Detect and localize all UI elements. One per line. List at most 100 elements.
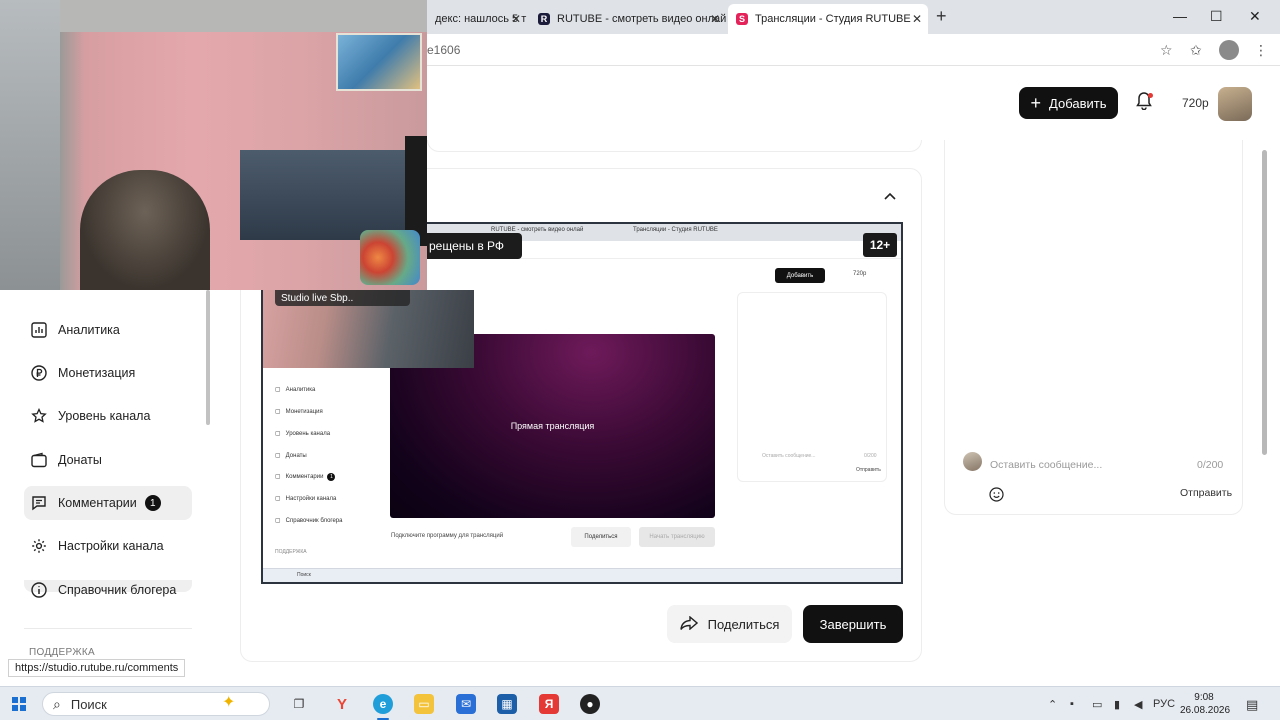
more-menu-icon[interactable]: ⋮ — [1254, 42, 1268, 59]
sidebar-item-comments[interactable]: Комментарии 1 — [24, 486, 192, 520]
emoji-icon[interactable] — [989, 487, 1004, 505]
address-text[interactable]: e1606 — [427, 43, 460, 57]
copilot-sparkle-icon[interactable]: ✦ — [222, 692, 235, 712]
battery-icon[interactable]: ▮ — [1114, 698, 1120, 711]
browser-profile-avatar[interactable] — [1219, 40, 1239, 60]
rutube-favicon-icon: R — [538, 13, 550, 25]
info-icon — [30, 581, 48, 599]
minimize-icon[interactable]: — — [1173, 8, 1187, 24]
store-app-icon[interactable]: ▦ — [497, 694, 517, 714]
browser-tab-rutube[interactable]: R RUTUBE - смотреть видео онлай ✕ — [530, 4, 726, 34]
taskbar-search-box[interactable]: ⌕ Поиск — [42, 692, 270, 716]
sidebar-item-label: Настройки канала — [58, 539, 164, 553]
notification-bell-icon[interactable] — [1136, 92, 1153, 115]
sidebar-item-label: Аналитика — [58, 323, 120, 337]
ruble-icon — [30, 364, 48, 382]
yandex-browser-icon[interactable]: Y — [332, 694, 352, 714]
sidebar-item-analytics[interactable]: Аналитика — [24, 313, 192, 347]
chat-send-button[interactable]: Отправить — [1180, 487, 1232, 499]
sidebar-item-label: Уровень канала — [58, 409, 151, 423]
edge-browser-icon[interactable]: e — [373, 694, 393, 714]
sidebar — [0, 290, 215, 680]
preview-taskbar: Поиск — [263, 568, 901, 582]
obs-studio-icon[interactable]: ● — [580, 694, 600, 714]
close-window-icon[interactable]: ✕ — [1249, 8, 1261, 25]
gear-icon — [30, 537, 48, 555]
sidebar-item-donations[interactable]: Донаты — [24, 443, 192, 477]
new-tab-button[interactable]: + — [936, 6, 947, 27]
preview-share-button: Поделиться — [571, 527, 631, 547]
share-button-label: Поделиться — [707, 616, 780, 632]
collections-icon[interactable]: ✩ — [1190, 42, 1202, 59]
preview-menu-badge: 1 — [327, 473, 336, 481]
webcam-shelf — [240, 150, 410, 240]
plus-icon: + — [1030, 93, 1042, 113]
sidebar-scrollbar[interactable] — [206, 290, 210, 425]
preview-overlay-label: рещены в РФ — [427, 233, 522, 259]
webcam-ceiling — [0, 0, 427, 32]
sidebar-item-label: Справочник блогера — [58, 583, 177, 597]
preview-support-label: ПОДДЕРЖКА — [275, 549, 307, 555]
mail-app-icon[interactable]: ✉ — [456, 694, 476, 714]
webcam-overlay — [0, 0, 427, 290]
yandex-app-icon[interactable]: Я — [539, 694, 559, 714]
preview-menu-item: Аналитика — [275, 386, 316, 393]
close-tab-icon[interactable]: ✕ — [912, 12, 922, 26]
close-tab-icon[interactable]: ✕ — [710, 12, 720, 26]
preview-video-title: Прямая трансляция — [510, 421, 595, 431]
preview-menu-item: Справочник блогера — [275, 517, 343, 524]
user-avatar[interactable] — [1218, 87, 1252, 121]
browser-tab-label: RUTUBE - смотреть видео онлай — [557, 13, 726, 25]
browser-tab-yandex[interactable]: дeкс: нашлось 5 т ✕ — [427, 4, 527, 34]
windows-start-icon[interactable] — [12, 697, 26, 711]
sidebar-divider — [24, 628, 192, 629]
tray-chevron-up-icon[interactable]: ⌃ — [1048, 698, 1057, 711]
network-icon[interactable]: ▭ — [1092, 698, 1102, 711]
finish-stream-button[interactable]: Завершить — [803, 605, 903, 643]
star-icon — [30, 407, 48, 425]
preview-chat-placeholder: Оставить сообщение... — [762, 453, 816, 459]
sidebar-item-monetization[interactable]: Монетизация — [24, 356, 192, 390]
clock-date: 26.08.2026 — [1180, 705, 1231, 716]
chevron-up-icon[interactable] — [884, 189, 896, 203]
taskbar-clock[interactable]: 9:08 26.08.2026 — [1180, 691, 1231, 717]
favorite-star-icon[interactable]: ☆ — [1160, 42, 1173, 59]
preview-webcam-thumbnail: Studio live Sbp.. — [263, 290, 474, 368]
volume-icon[interactable]: ◀ — [1134, 698, 1142, 711]
status-url-tooltip: https://studio.rutube.ru/comments — [8, 659, 186, 677]
preview-menu-item-comments: Комментарии1 — [275, 473, 336, 481]
sidebar-item-channel-level[interactable]: Уровень канала — [24, 399, 192, 433]
task-view-icon[interactable]: ❐ — [289, 694, 309, 714]
previous-card-bottom — [427, 140, 922, 152]
support-section-label: ПОДДЕРЖКА — [29, 647, 95, 658]
input-language[interactable]: РУС — [1153, 698, 1175, 710]
preview-taskbar-search: Поиск — [297, 572, 311, 578]
webcam-toys — [360, 230, 420, 285]
chat-message-input[interactable] — [990, 455, 1230, 475]
file-explorer-icon[interactable]: ▭ — [414, 694, 434, 714]
sidebar-item-label: Монетизация — [58, 366, 136, 380]
browser-tab-studio[interactable]: S Трансляции - Студия RUTUBE ✕ — [728, 4, 928, 34]
clock-time: 9:08 — [1194, 692, 1214, 703]
share-button[interactable]: Поделиться — [667, 605, 792, 643]
maximize-icon[interactable]: ☐ — [1210, 8, 1223, 25]
sidebar-item-channel-settings[interactable]: Настройки канала — [24, 529, 192, 563]
notification-center-icon[interactable]: ▤ — [1246, 697, 1258, 713]
search-icon: ⌕ — [53, 695, 61, 712]
comments-count-badge: 1 — [144, 495, 161, 511]
sidebar-item-label: Комментарии — [58, 496, 137, 510]
preview-chat-panel: Оставить сообщение... 0/200 Отправить — [737, 292, 887, 482]
page-scrollbar[interactable] — [1262, 150, 1267, 455]
tray-app-icon[interactable]: ▪ — [1070, 698, 1074, 710]
add-button-label: Добавить — [1049, 95, 1107, 111]
close-tab-icon[interactable]: ✕ — [511, 12, 521, 26]
sidebar-item-blogger-guide[interactable]: Справочник блогера — [24, 573, 192, 607]
webcam-door — [0, 0, 60, 290]
chat-char-counter: 0/200 — [1197, 459, 1224, 471]
add-button[interactable]: + Добавить — [1019, 87, 1118, 119]
taskbar-search-label: Поиск — [70, 696, 107, 712]
preview-menu-item: Настройки канала — [275, 495, 337, 502]
studio-favicon-icon: S — [736, 13, 748, 25]
share-icon — [679, 614, 698, 633]
quality-indicator[interactable]: 720p — [1182, 96, 1209, 110]
